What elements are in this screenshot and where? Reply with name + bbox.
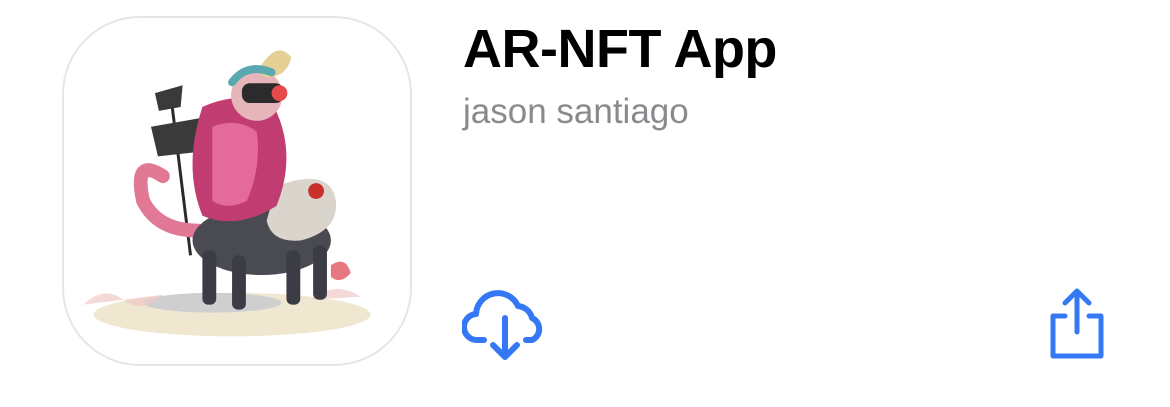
share-icon — [1050, 288, 1104, 359]
app-title: AR-NFT App — [463, 19, 777, 79]
app-artwork-image — [83, 50, 371, 337]
cloud-download-icon — [462, 290, 543, 360]
app-icon — [62, 16, 412, 366]
download-button[interactable] — [462, 284, 548, 364]
share-button[interactable] — [1045, 286, 1109, 362]
developer-name[interactable]: jason santiago — [463, 92, 689, 132]
